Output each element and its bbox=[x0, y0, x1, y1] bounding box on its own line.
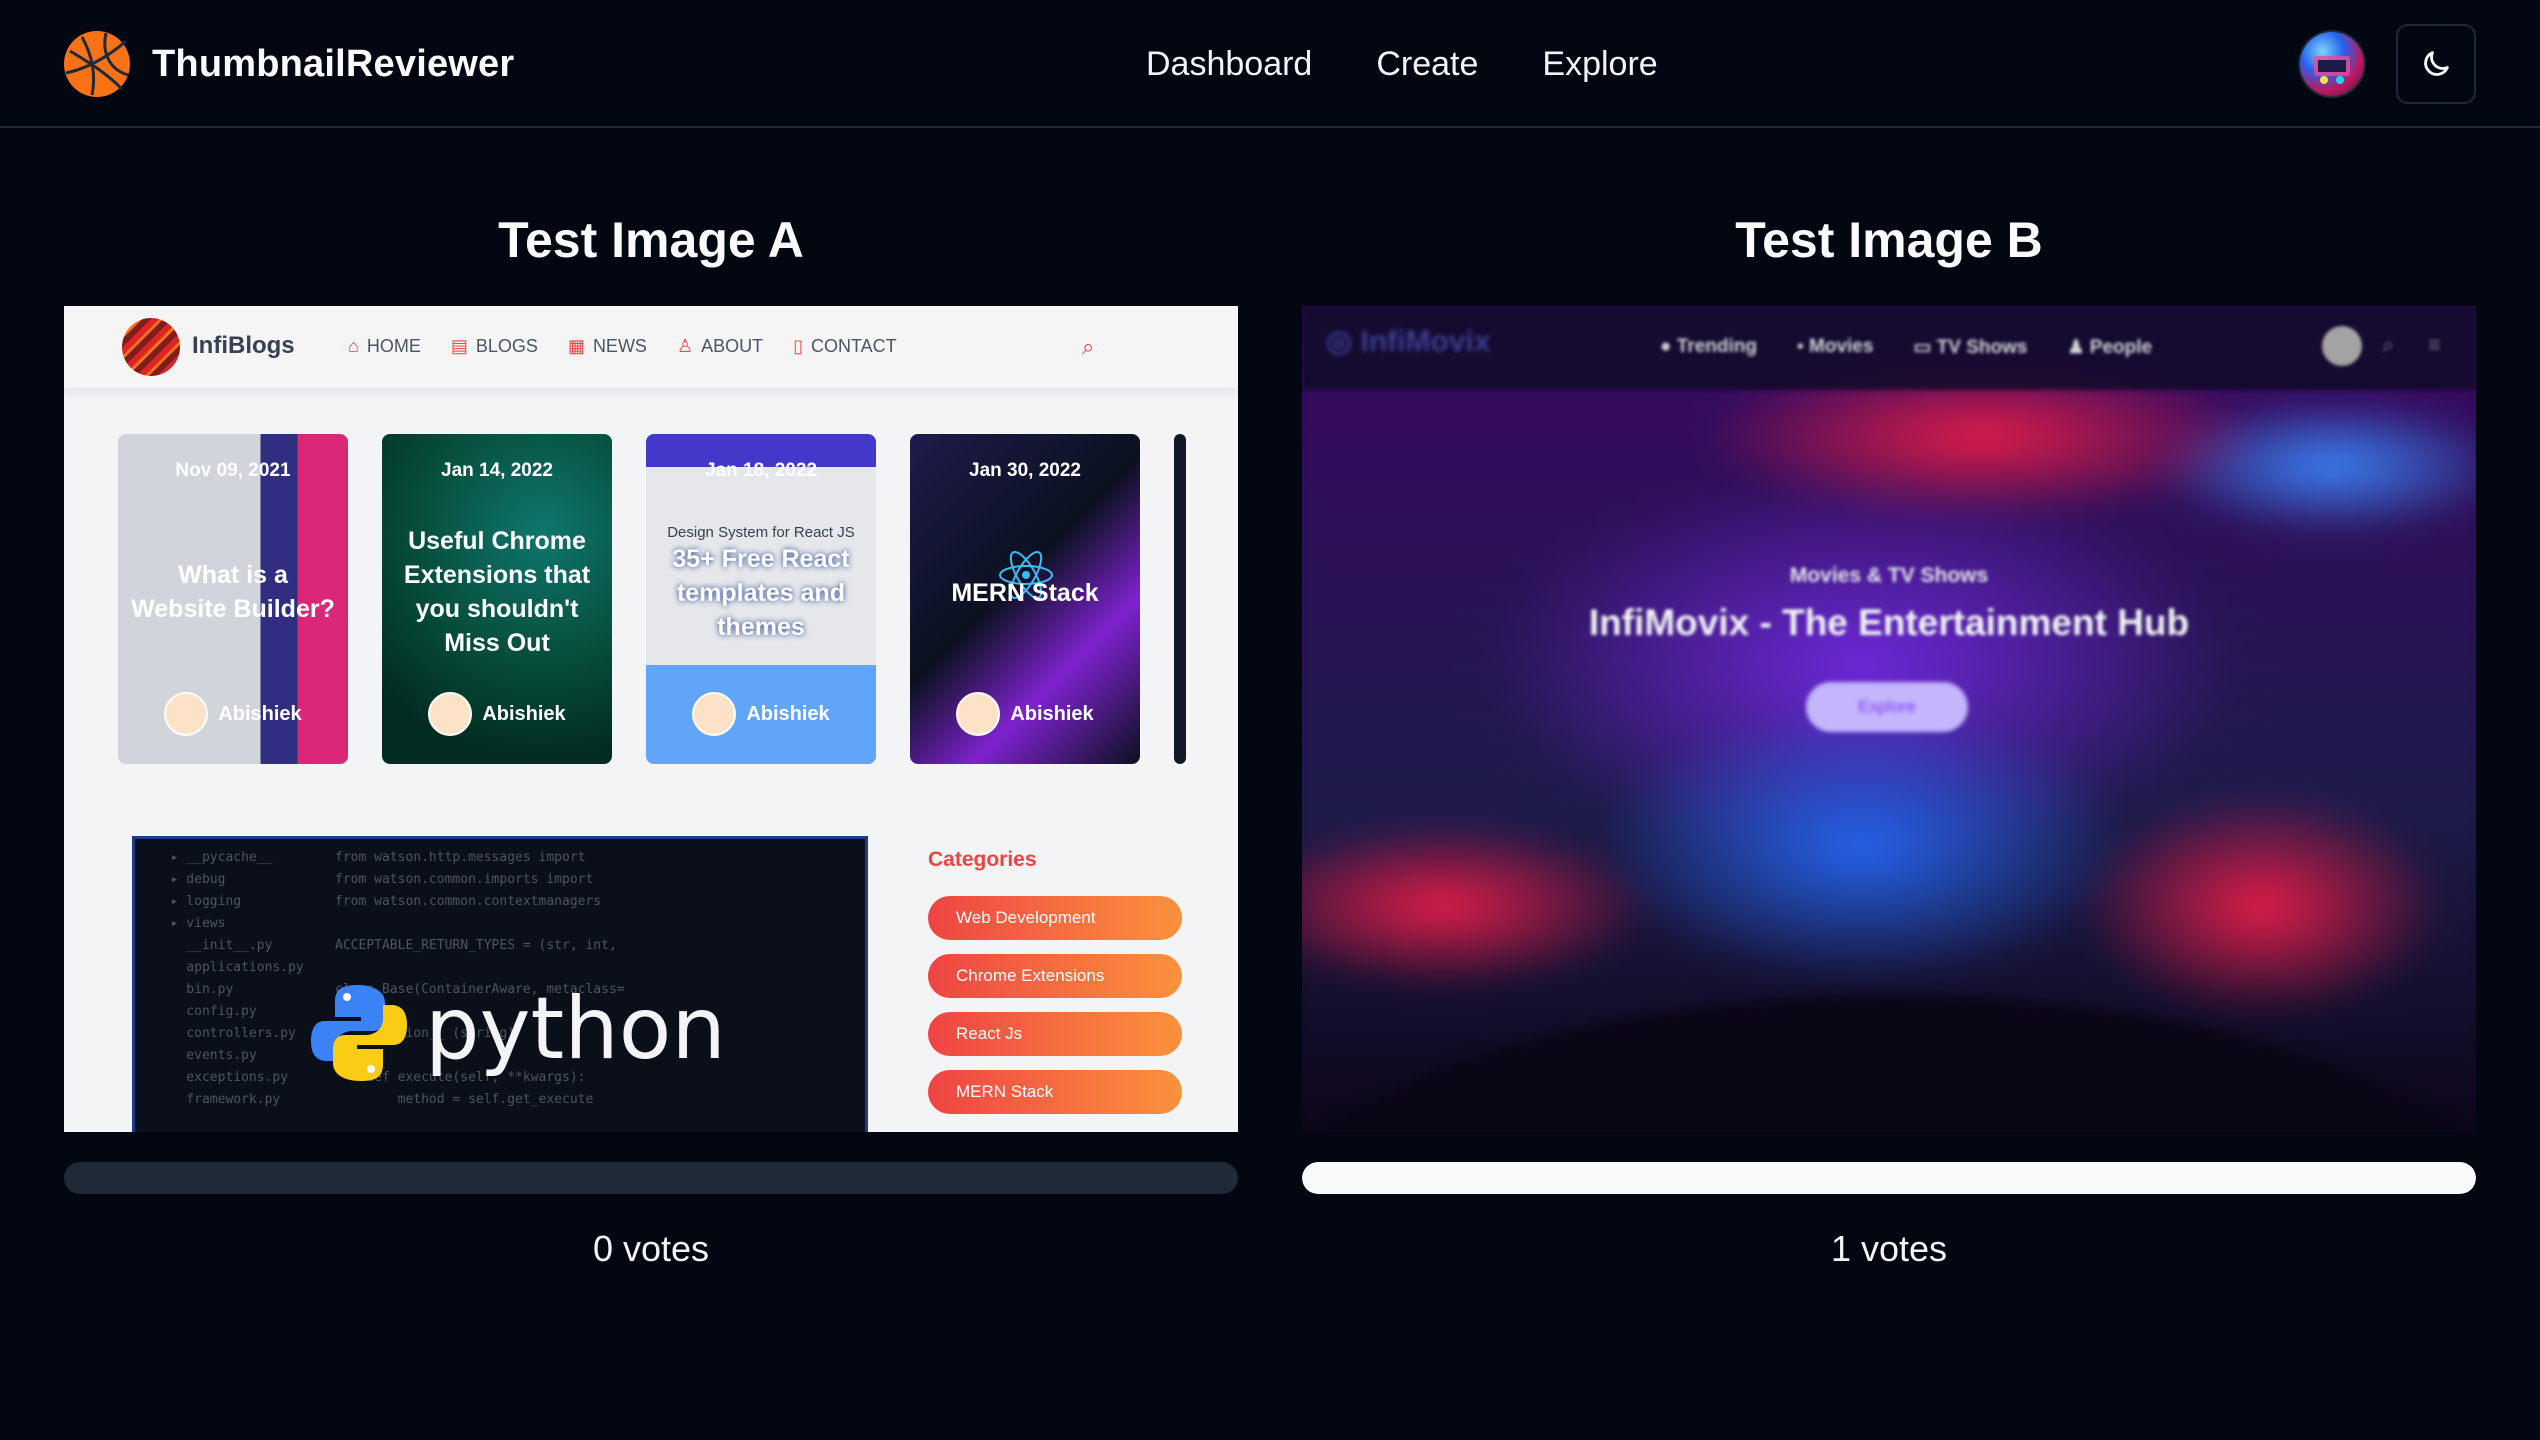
theme-toggle-button[interactable] bbox=[2396, 24, 2476, 104]
card-date: Jan 14, 2022 bbox=[441, 460, 553, 481]
brand-name: ThumbnailReviewer bbox=[152, 42, 515, 85]
thumb-logo bbox=[122, 318, 180, 376]
blog-card: Jan 14, 2022 Useful Chrome Extensions th… bbox=[382, 434, 612, 764]
nav-dashboard[interactable]: Dashboard bbox=[1146, 38, 1312, 90]
author-avatar bbox=[428, 692, 473, 736]
card-title: MERN Stack bbox=[951, 579, 1099, 607]
category-pill: Chrome Extensions bbox=[928, 954, 1182, 998]
author-avatar bbox=[956, 692, 1001, 736]
card-author: Abishiek bbox=[382, 692, 612, 736]
test-title: Test Image A bbox=[498, 212, 804, 268]
author-avatar bbox=[692, 692, 737, 736]
thumb-menu-item: ▪ Movies bbox=[1797, 336, 1874, 357]
featured-post-image: ▸ __pycache__ from watson.http.messages … bbox=[132, 836, 868, 1132]
brand-link[interactable]: ThumbnailReviewer bbox=[62, 28, 514, 100]
blog-card-partial bbox=[1174, 434, 1186, 764]
thumb-menu-item: ▦ NEWS bbox=[567, 336, 647, 356]
thumb-menu-item: ▯ CONTACT bbox=[793, 336, 897, 356]
thumb-menu-item: ▭ TV Shows bbox=[1913, 337, 2028, 358]
thumb-avatar bbox=[2322, 326, 2362, 366]
thumb-brand: ◎ InfiMovix bbox=[1326, 325, 1491, 358]
menu-icon: ≡ bbox=[2428, 332, 2441, 357]
featured-post-text: python bbox=[425, 979, 726, 1079]
vote-count: 0 votes bbox=[592, 1228, 710, 1269]
author-avatar bbox=[164, 692, 209, 736]
card-author: Abishiek bbox=[646, 692, 876, 736]
blog-card: Jan 30, 2022 MERN Stack Abishiek bbox=[910, 434, 1140, 764]
moon-icon bbox=[2424, 51, 2449, 76]
vote-progress-bar bbox=[1302, 1162, 2476, 1194]
globe-logo-icon bbox=[64, 31, 130, 97]
test-column-a: Test Image A InfiBlogs ⌂ HOME ▤ BLOGS ▦ NEW… bbox=[64, 200, 1238, 1269]
blogs-icon: ▤ bbox=[450, 336, 468, 356]
search-icon: ⌕ bbox=[2382, 332, 2395, 357]
vote-progress-fill bbox=[1302, 1162, 2476, 1194]
category-pill: MERN Stack bbox=[928, 1070, 1182, 1114]
card-date: Nov 09, 2021 bbox=[175, 460, 291, 481]
thumb-menu-item: ⌂ HOME bbox=[348, 336, 421, 356]
search-icon: ⌕ bbox=[1082, 334, 1095, 359]
hero-subtitle: Movies & TV Shows bbox=[1789, 564, 1989, 587]
thumb-menu-item: ● Trending bbox=[1660, 336, 1757, 357]
person-icon: ♙ bbox=[676, 336, 694, 356]
thumb-menu: ⌂ HOME ▤ BLOGS ▦ NEWS ♙ ABOUT ▯ CONTACT bbox=[348, 336, 897, 357]
thumbnail-b[interactable]: ◎ InfiMovix ● Trending ▪ Movies ▭ TV Sho… bbox=[1302, 306, 2476, 1132]
nav-explore[interactable]: Explore bbox=[1542, 38, 1657, 90]
blog-card: Jan 18, 2022 Design System for React JS … bbox=[646, 434, 876, 764]
test-column-b: Test Image B ◎ InfiMovix ● Trending ▪ Mo… bbox=[1302, 200, 2476, 1269]
hero-explore-button: Explore bbox=[1806, 682, 1968, 732]
news-icon: ▦ bbox=[567, 336, 585, 356]
card-date: Jan 30, 2022 bbox=[969, 460, 1081, 481]
user-avatar[interactable] bbox=[2300, 32, 2364, 96]
card-date: Jan 18, 2022 bbox=[705, 460, 817, 481]
main-nav: Dashboard Create Explore bbox=[1146, 38, 1658, 90]
blog-card: Nov 09, 2021 What is a Website Builder? … bbox=[118, 434, 348, 764]
document-icon: ▯ bbox=[793, 336, 803, 356]
hero-title: InfiMovix - The Entertainment Hub bbox=[1588, 602, 2190, 643]
card-title: Useful Chrome Extensions that you should… bbox=[403, 527, 591, 657]
thumb-menu-item: ♙ ABOUT bbox=[676, 336, 764, 356]
python-logo-icon bbox=[311, 985, 407, 1081]
thumb-menu-item: ♟ People bbox=[2067, 337, 2153, 358]
card-author: Abishiek bbox=[910, 692, 1140, 736]
top-navbar: ThumbnailReviewer Dashboard Create Explo… bbox=[0, 0, 2540, 128]
thumb-brand: InfiBlogs bbox=[192, 332, 295, 359]
thumbnail-a[interactable]: InfiBlogs ⌂ HOME ▤ BLOGS ▦ NEWS ♙ ABOUT ▯ CON… bbox=[64, 306, 1238, 1132]
nav-create[interactable]: Create bbox=[1376, 38, 1478, 90]
thumb-menu-item: ▤ BLOGS bbox=[450, 336, 538, 356]
vote-progress-bar bbox=[64, 1162, 1238, 1194]
thumb-menu: ● Trending ▪ Movies ▭ TV Shows ♟ People bbox=[1660, 336, 2152, 359]
card-subtitle: Design System for React JS bbox=[667, 524, 855, 541]
home-icon: ⌂ bbox=[348, 336, 359, 356]
category-pill: React Js bbox=[928, 1012, 1182, 1056]
avatar-image bbox=[2314, 56, 2350, 84]
thumb-navbar: InfiBlogs ⌂ HOME ▤ BLOGS ▦ NEWS ♙ ABOUT ▯ CON… bbox=[64, 306, 1238, 388]
test-title: Test Image B bbox=[1735, 212, 2043, 268]
vote-count: 1 votes bbox=[1830, 1228, 1948, 1269]
card-title: 35+ Free React templates and themes bbox=[672, 545, 850, 641]
categories-heading: Categories bbox=[928, 848, 1037, 871]
card-author: Abishiek bbox=[118, 692, 348, 736]
category-pill: Web Development bbox=[928, 896, 1182, 940]
card-title: What is a Website Builder? bbox=[131, 561, 335, 623]
